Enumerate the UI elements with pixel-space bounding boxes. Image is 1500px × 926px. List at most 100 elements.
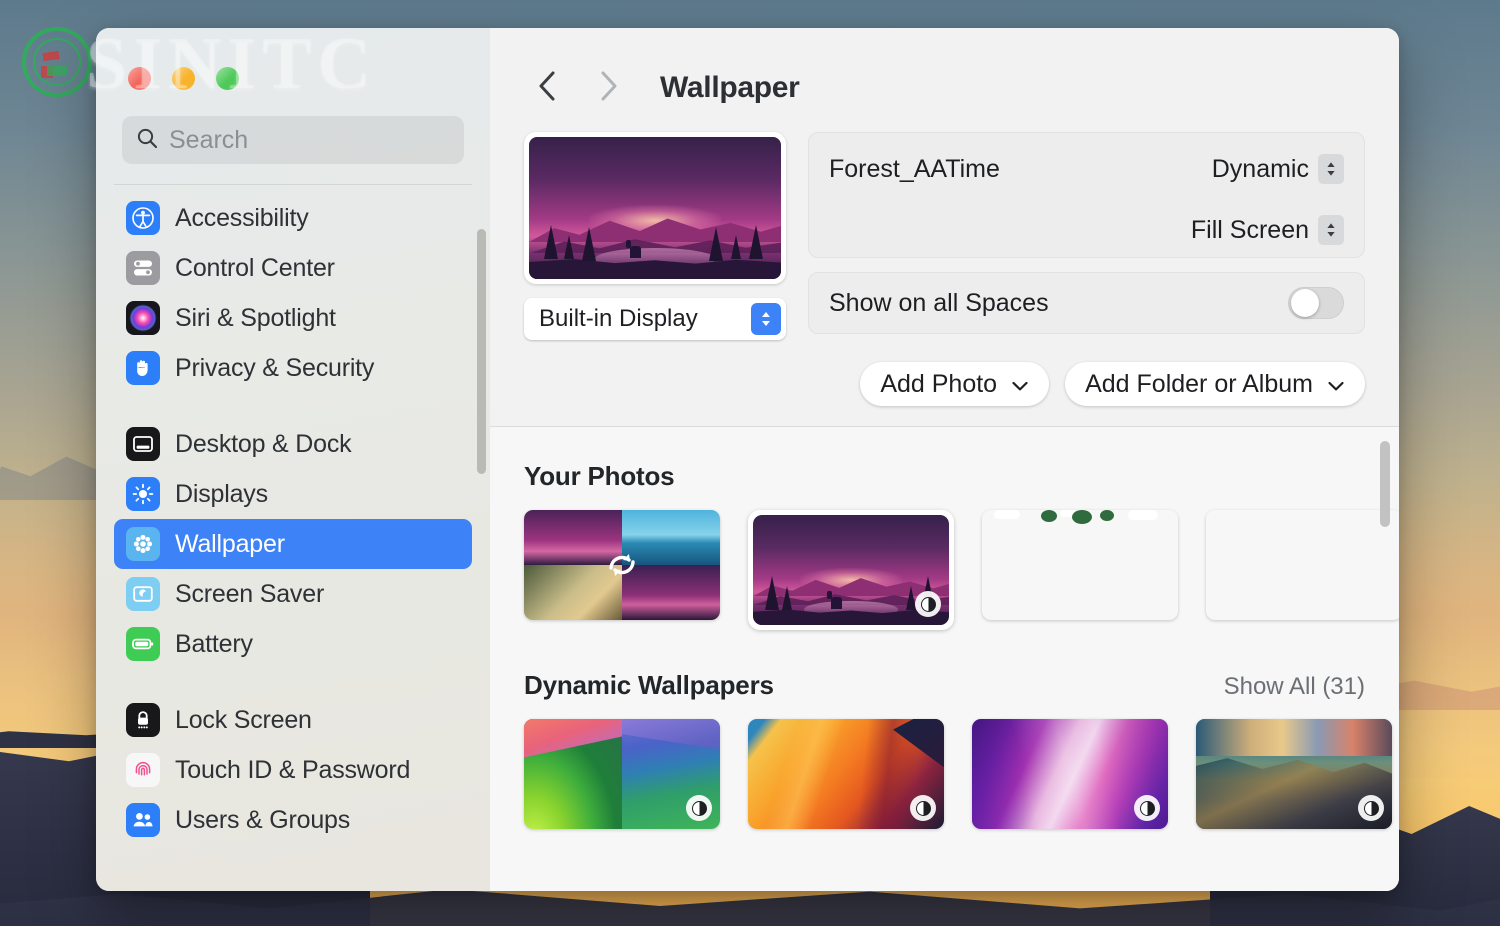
add-folder-label: Add Folder or Album bbox=[1085, 370, 1313, 399]
add-buttons-row: Add Photo Add Folder or Album bbox=[490, 340, 1399, 406]
sidebar-item-label: Battery bbox=[175, 630, 253, 659]
forest-purple-thumb-art bbox=[753, 515, 949, 625]
sidebar-item-screen-saver[interactable]: Screen Saver bbox=[114, 569, 472, 619]
style-popup-label: Dynamic bbox=[1212, 155, 1309, 184]
wallpaper-settings-panel: Forest_AATime Dynamic bbox=[808, 132, 1365, 258]
chevron-up-down-icon[interactable] bbox=[1318, 154, 1344, 184]
wallpaper-thumb-ventura[interactable] bbox=[748, 719, 944, 829]
sidebar-group-gap bbox=[114, 669, 472, 695]
sidebar-item-battery[interactable]: Battery bbox=[114, 619, 472, 669]
sidebar-item-label: Touch ID & Password bbox=[175, 756, 410, 785]
fit-popup[interactable]: Fill Screen bbox=[1191, 215, 1344, 245]
sidebar-item-lock-screen[interactable]: Lock Screen bbox=[114, 695, 472, 745]
wallpaper-thumb-shuffle[interactable] bbox=[524, 510, 720, 620]
wallpaper-thumb-sonoma[interactable] bbox=[524, 719, 720, 829]
add-folder-or-album-button[interactable]: Add Folder or Album bbox=[1065, 362, 1365, 406]
sidebar-item-label: Siri & Spotlight bbox=[175, 304, 336, 333]
wallpaper-preview[interactable] bbox=[524, 132, 786, 284]
thumbnail-grid-dynamic bbox=[524, 719, 1365, 829]
wallpaper-thumb-greenhouse[interactable] bbox=[1206, 510, 1399, 620]
sidebar-scroll-area: Accessibility Control Center bbox=[96, 184, 490, 891]
sidebar-item-label: Users & Groups bbox=[175, 806, 350, 835]
wallpaper-thumb-island[interactable] bbox=[982, 510, 1178, 620]
section-title: Dynamic Wallpapers bbox=[524, 670, 774, 701]
chevron-up-down-icon[interactable] bbox=[1318, 215, 1344, 245]
sidebar-item-desktop-dock[interactable]: Desktop & Dock bbox=[114, 419, 472, 469]
pine-tree bbox=[582, 227, 596, 261]
cloud bbox=[994, 510, 1020, 519]
pine-tree bbox=[749, 225, 763, 259]
add-photo-label: Add Photo bbox=[880, 370, 997, 399]
sidebar-item-accessibility[interactable]: Accessibility bbox=[114, 193, 472, 243]
sidebar-item-label: Accessibility bbox=[175, 204, 309, 233]
dynamic-badge-icon bbox=[686, 795, 712, 821]
section-header-dynamic-wallpapers: Dynamic Wallpapers Show All (31) bbox=[524, 670, 1365, 701]
chevron-down-icon bbox=[1327, 370, 1345, 399]
sidebar-scrollbar[interactable] bbox=[477, 229, 486, 474]
style-popup[interactable]: Dynamic bbox=[1212, 154, 1344, 184]
sidebar-item-displays[interactable]: Displays bbox=[114, 469, 472, 519]
desktop-dock-icon bbox=[126, 427, 160, 461]
minimize-button[interactable] bbox=[172, 67, 195, 90]
gallery-scrollbar[interactable] bbox=[1380, 441, 1390, 527]
preview-column: Built-in Display bbox=[524, 132, 786, 340]
traffic-light-buttons[interactable] bbox=[128, 67, 239, 90]
pine-tree bbox=[709, 227, 723, 261]
toggle-knob bbox=[1291, 289, 1319, 317]
deer-silhouette bbox=[831, 597, 842, 609]
screen-saver-icon bbox=[126, 577, 160, 611]
users-groups-icon bbox=[126, 803, 160, 837]
search-box[interactable] bbox=[122, 116, 464, 164]
sidebar-divider bbox=[114, 184, 472, 185]
control-center-icon bbox=[126, 251, 160, 285]
sidebar-item-label: Wallpaper bbox=[175, 530, 285, 559]
sidebar-item-label: Desktop & Dock bbox=[175, 430, 351, 459]
island-foliage bbox=[1072, 510, 1092, 524]
sidebar-item-siri-spotlight[interactable]: Siri & Spotlight bbox=[114, 293, 472, 343]
privacy-hand-icon bbox=[126, 351, 160, 385]
sidebar-item-label: Displays bbox=[175, 480, 268, 509]
dynamic-badge-icon bbox=[910, 795, 936, 821]
show-all-link[interactable]: Show All (31) bbox=[1224, 673, 1365, 701]
add-photo-button[interactable]: Add Photo bbox=[860, 362, 1049, 406]
forest-purple-wallpaper-art bbox=[529, 137, 781, 279]
wallpaper-flower-icon bbox=[126, 527, 160, 561]
sidebar-item-privacy-security[interactable]: Privacy & Security bbox=[114, 343, 472, 393]
thumbnail-grid-your-photos bbox=[524, 510, 1365, 630]
dynamic-badge-icon bbox=[915, 591, 941, 617]
search-input[interactable] bbox=[169, 126, 450, 155]
island-foliage bbox=[1041, 510, 1057, 522]
sidebar-item-users-groups[interactable]: Users & Groups bbox=[114, 795, 472, 845]
sidebar-item-label: Screen Saver bbox=[175, 580, 324, 609]
battery-icon bbox=[126, 627, 160, 661]
pine-tree bbox=[564, 235, 574, 259]
pine-tree bbox=[765, 576, 779, 610]
search-icon bbox=[136, 127, 158, 154]
close-button[interactable] bbox=[128, 67, 151, 90]
sidebar-item-wallpaper[interactable]: Wallpaper bbox=[114, 519, 472, 569]
fit-popup-label: Fill Screen bbox=[1191, 216, 1309, 245]
section-header-your-photos: Your Photos bbox=[524, 461, 1365, 492]
wallpaper-thumb-monterey[interactable] bbox=[972, 719, 1168, 829]
zoom-button[interactable] bbox=[216, 67, 239, 90]
sidebar-item-label: Privacy & Security bbox=[175, 354, 374, 383]
page-title: Wallpaper bbox=[660, 71, 800, 105]
sidebar-item-control-center[interactable]: Control Center bbox=[114, 243, 472, 293]
back-button[interactable] bbox=[524, 64, 572, 112]
wallpaper-thumb-forest-selected[interactable] bbox=[748, 510, 954, 630]
display-select[interactable]: Built-in Display bbox=[524, 298, 786, 340]
watermark-stamp-icon bbox=[22, 27, 92, 97]
wallpaper-thumb-coastline[interactable] bbox=[1196, 719, 1392, 829]
dynamic-badge-icon bbox=[1358, 795, 1384, 821]
show-all-spaces-toggle[interactable] bbox=[1288, 287, 1344, 319]
pine-tree bbox=[731, 235, 741, 259]
sidebar: Accessibility Control Center bbox=[96, 28, 490, 891]
pine-tree bbox=[782, 586, 792, 610]
forward-button[interactable] bbox=[584, 64, 632, 112]
wallpaper-name: Forest_AATime bbox=[829, 155, 1000, 184]
sidebar-group-gap bbox=[114, 393, 472, 419]
sidebar-item-touch-id[interactable]: Touch ID & Password bbox=[114, 745, 472, 795]
chevron-up-down-icon[interactable] bbox=[751, 303, 781, 335]
sidebar-item-label: Control Center bbox=[175, 254, 335, 283]
watermark-stamp-mark bbox=[41, 66, 53, 78]
